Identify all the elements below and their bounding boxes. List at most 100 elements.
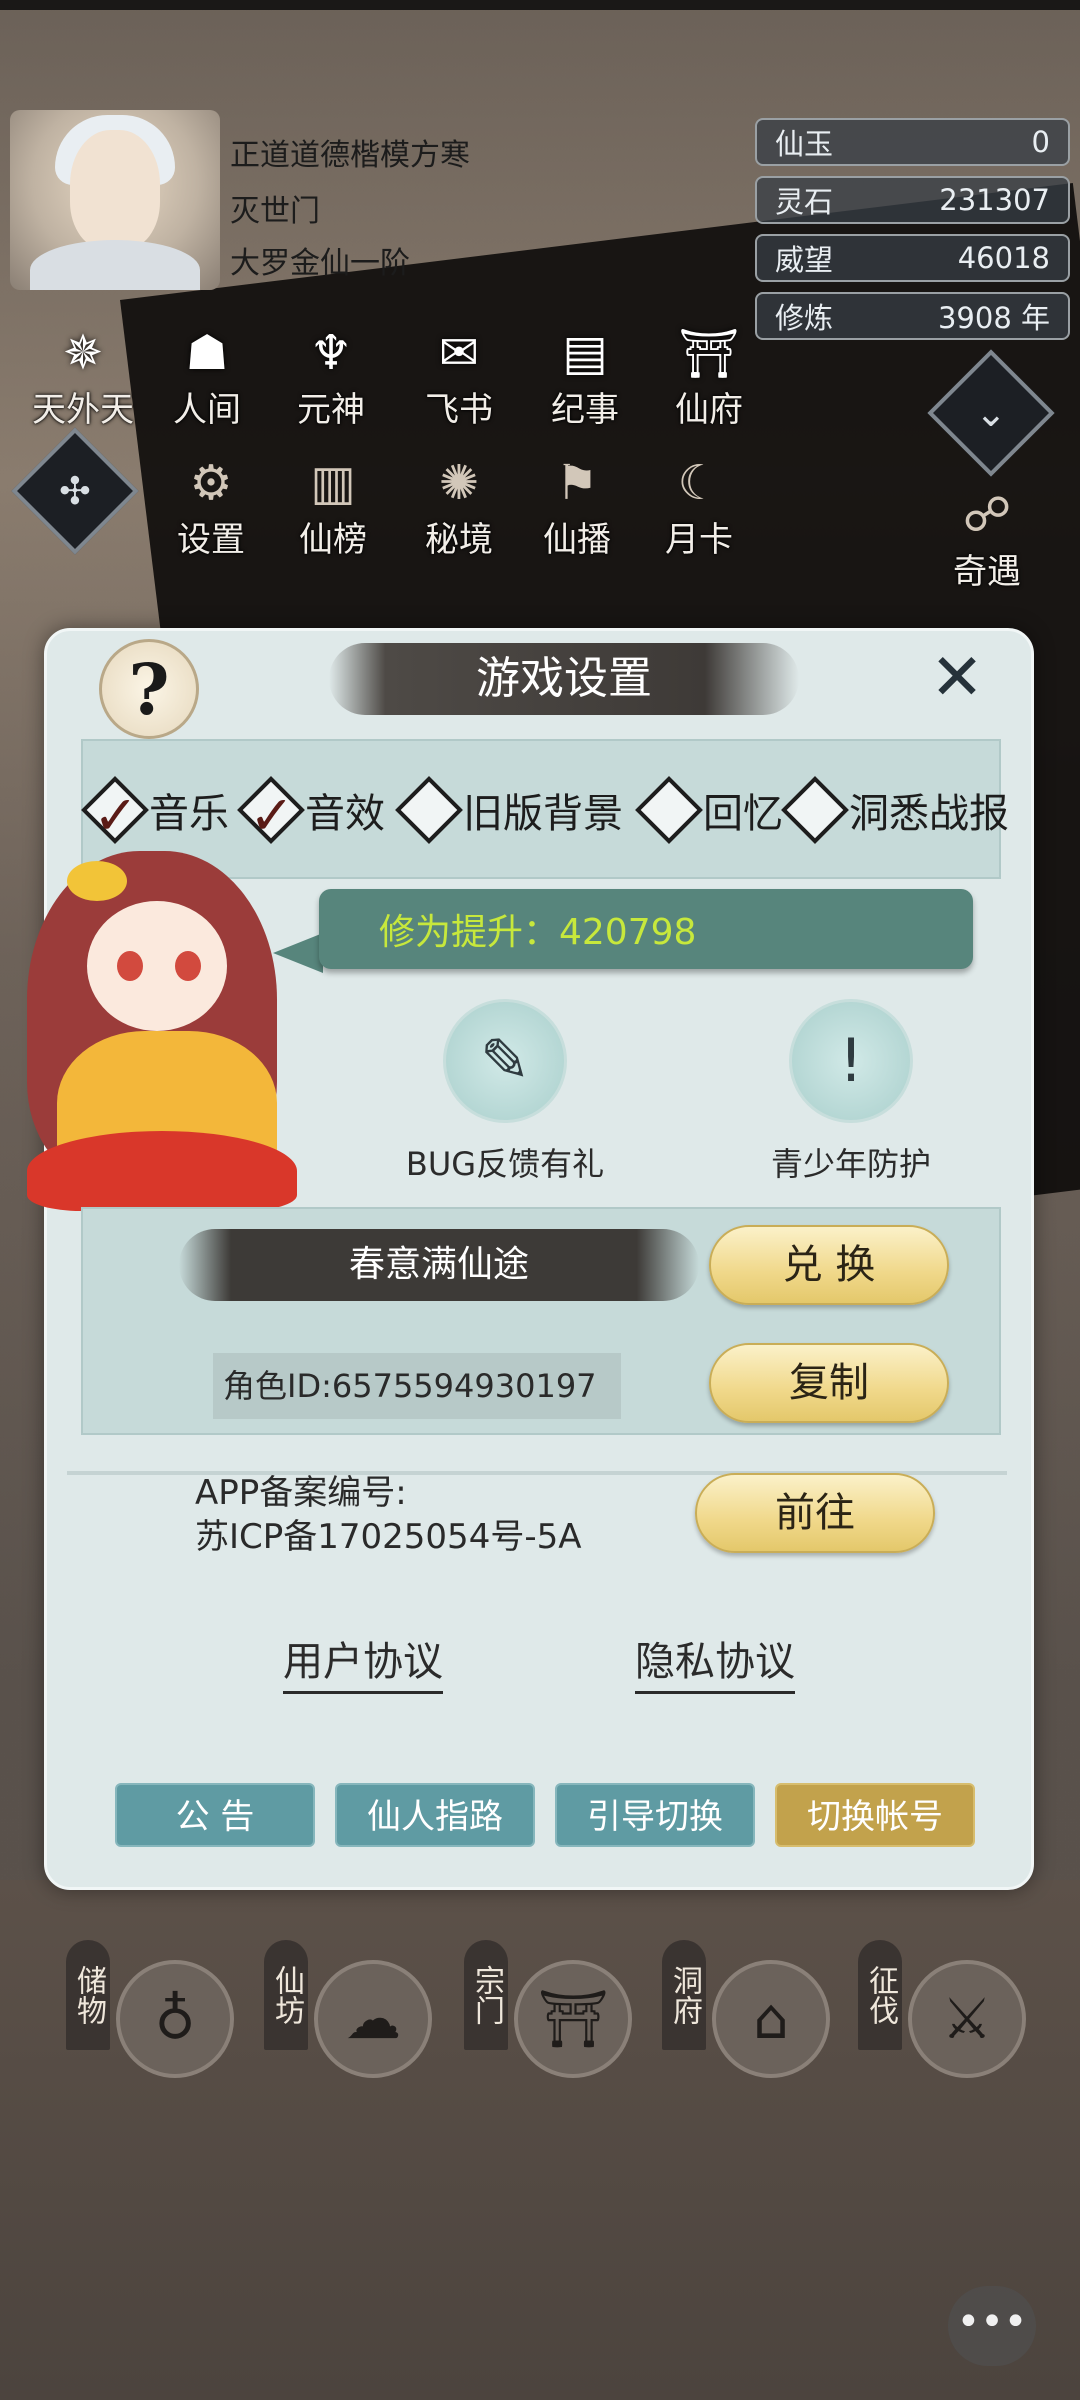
nav-battle[interactable]: 征伐 ⚔ [858, 1940, 1026, 2080]
menu-xianbang[interactable]: ▥ 仙榜 [278, 448, 388, 561]
player-avatar[interactable] [10, 110, 220, 290]
tutorial-toggle-button[interactable]: 引导切换 [555, 1783, 755, 1847]
redeem-section: 春意满仙途 兑 换 角色ID:6575594930197 复制 [81, 1207, 1001, 1435]
mascot-face [87, 901, 227, 1031]
menu-settings[interactable]: ⚙ 设置 [156, 448, 266, 561]
menu-mijing[interactable]: ✺ 秘境 [404, 448, 514, 561]
option-label: 音效 [305, 791, 385, 837]
menu-feishu[interactable]: ✉ 飞书 [404, 318, 514, 431]
signpost-icon: ⚑ [555, 455, 599, 511]
nav-market[interactable]: 仙坊 ☁ [264, 1940, 432, 2080]
youth-protection-label: 青少年防护 [770, 1145, 931, 1183]
resource-value: 231307 [939, 183, 1050, 217]
guide-button[interactable]: 仙人指路 [335, 1783, 535, 1847]
checkbox-unchecked[interactable] [395, 776, 463, 844]
privacy-agreement-link[interactable]: 隐私协议 [635, 1629, 795, 1694]
option-label: 回忆 [703, 791, 783, 837]
checkbox-unchecked[interactable] [781, 776, 849, 844]
resource-value: 0 [1031, 125, 1050, 159]
player-realm: 大罗金仙一阶 [230, 246, 410, 281]
option-label: 旧版背景 [463, 791, 623, 837]
cross-arrows-icon: ✣ [59, 469, 91, 513]
close-icon: ✕ [930, 641, 984, 715]
nav-storage[interactable]: 储物 ♁ [66, 1940, 234, 2080]
redeem-code-input[interactable]: 春意满仙途 [179, 1229, 699, 1301]
game-settings-dialog: 游戏设置 ? ✕ ✓ 音乐 ✓ 音效 旧版背景 回忆 洞悉战报 修为提升：420… [27, 628, 1034, 1890]
move-toggle-button[interactable]: ✣ [11, 427, 139, 555]
checkbox-unchecked[interactable] [635, 776, 703, 844]
bug-feedback-label: BUG反馈有礼 [405, 1145, 605, 1183]
menu-yueka[interactable]: ☾ 月卡 [644, 448, 754, 561]
pavilion-icon: ⛩ [678, 325, 740, 382]
switch-account-button[interactable]: 切换帐号 [775, 1783, 975, 1847]
menu-qiyu[interactable]: ☍ 奇遇 [932, 480, 1042, 593]
menu-xianbo[interactable]: ⚑ 仙播 [522, 448, 632, 561]
nav-label: 征伐 [858, 1940, 902, 2050]
copy-button[interactable]: 复制 [709, 1343, 949, 1423]
menu-renjian[interactable]: ☗ 人间 [152, 318, 262, 431]
menu-label: 仙榜 [299, 520, 367, 560]
icp-number: 苏ICP备17025054号-5A [195, 1517, 582, 1557]
resource-label: 灵石 [775, 185, 834, 219]
ranking-icon: ▥ [310, 455, 356, 511]
icp-info: APP备案编号: 苏ICP备17025054号-5A [195, 1471, 581, 1559]
nav-label: 仙坊 [264, 1940, 308, 2050]
menu-label: 纪事 [551, 390, 619, 430]
role-id: 角色ID:6575594930197 [213, 1353, 621, 1419]
youth-protection-button[interactable]: ! [789, 999, 913, 1123]
option-memory[interactable]: 回忆 [635, 775, 783, 845]
bag-icon: ♁ [116, 1960, 234, 2078]
treasure-icon: ☁ [314, 1960, 432, 2078]
resource-row-xianyu[interactable]: 仙玉 0 [755, 118, 1070, 166]
exclamation-icon: ! [838, 1026, 864, 1096]
edit-icon: ✎ [479, 1026, 531, 1096]
nav-cave[interactable]: 洞府 ⌂ [662, 1940, 830, 2080]
nav-label: 宗门 [464, 1940, 508, 2050]
gear-icon: ⚙ [189, 455, 233, 511]
user-agreement-link[interactable]: 用户协议 [283, 1629, 443, 1694]
nav-label: 储物 [66, 1940, 110, 2050]
option-old-background[interactable]: 旧版背景 [395, 775, 623, 845]
menu-label: 奇遇 [953, 552, 1021, 592]
pagoda-icon: ⌂ [712, 1960, 830, 2078]
bug-feedback-button[interactable]: ✎ [443, 999, 567, 1123]
spirit-icon: ♆ [309, 325, 353, 381]
menu-label: 设置 [177, 520, 245, 560]
close-button[interactable]: ✕ [917, 643, 997, 713]
menu-label: 飞书 [425, 390, 493, 430]
menu-label: 人间 [173, 390, 241, 430]
avatar-face [70, 130, 160, 250]
nav-label: 洞府 [662, 1940, 706, 2050]
option-label: 洞悉战报 [849, 791, 1009, 837]
redeem-button[interactable]: 兑 换 [709, 1225, 949, 1305]
nav-sect[interactable]: 宗门 ⛩ [464, 1940, 632, 2080]
chevron-down-icon: ⌄ [975, 391, 1007, 435]
option-battle-report[interactable]: 洞悉战报 [781, 775, 1009, 845]
menu-xianfu[interactable]: ⛩ 仙府 [654, 318, 764, 431]
menu-jishi[interactable]: ▤ 纪事 [530, 318, 640, 431]
mascot-girl [7, 831, 307, 1211]
resource-row-xiulian[interactable]: 修炼 3908 年 [755, 292, 1070, 340]
chat-button[interactable]: ••• [948, 2286, 1036, 2366]
menu-tianwaitian[interactable]: ✵ 天外天 [28, 318, 138, 431]
goto-button[interactable]: 前往 [695, 1473, 935, 1553]
avatar-robe [30, 240, 200, 290]
announcement-button[interactable]: 公 告 [115, 1783, 315, 1847]
menu-label: 仙府 [675, 390, 743, 430]
cultivation-bubble: 修为提升：420798 [319, 889, 973, 969]
gate-icon: ⛩ [514, 1960, 632, 2078]
resource-label: 仙玉 [775, 127, 834, 161]
letter-icon: ✉ [438, 325, 480, 381]
menu-yuanshen[interactable]: ♆ 元神 [276, 318, 386, 431]
resource-label: 修炼 [775, 301, 834, 335]
mascot-eye [117, 951, 143, 981]
player-sect: 灭世门 [230, 194, 320, 229]
mascot-crown [67, 861, 127, 901]
menu-label: 秘境 [425, 520, 493, 560]
menu-label: 元神 [297, 390, 365, 430]
resource-row-lingshi[interactable]: 灵石 231307 [755, 176, 1070, 224]
menu-label: 仙播 [543, 520, 611, 560]
resource-row-weiwang[interactable]: 威望 46018 [755, 234, 1070, 282]
help-button[interactable]: ? [99, 639, 199, 739]
top-strip [0, 0, 1080, 10]
